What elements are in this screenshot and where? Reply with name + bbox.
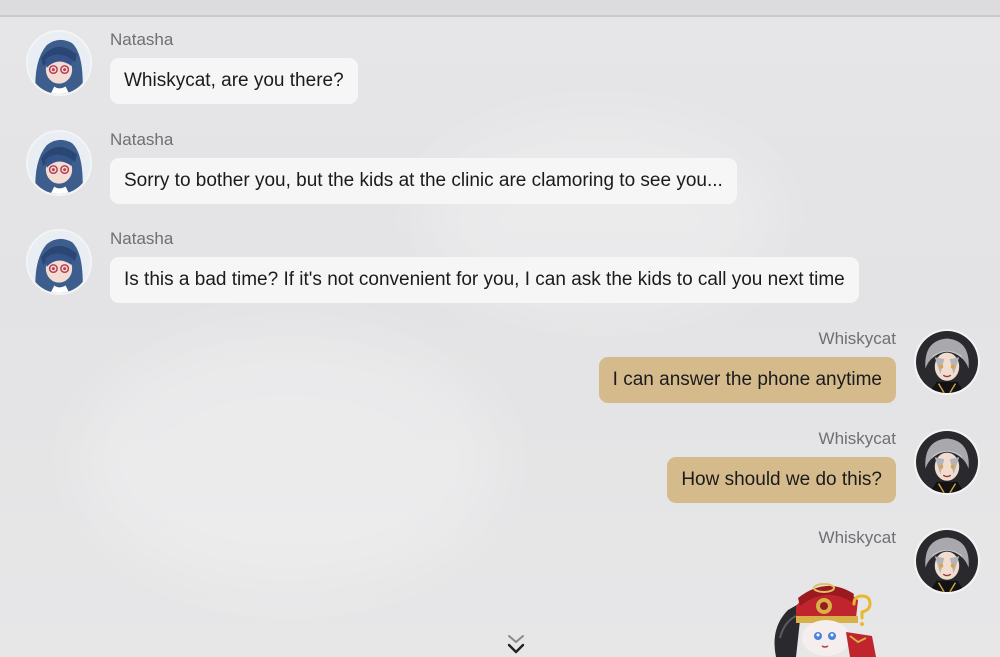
top-header-edge: [0, 0, 1000, 17]
sender-name: Whiskycat: [818, 329, 896, 348]
background-glow: [80, 330, 500, 590]
sender-name: Natasha: [110, 130, 174, 149]
message-bubble: Is this a bad time? If it's not convenie…: [110, 257, 859, 303]
message-bubble: I can answer the phone anytime: [598, 357, 896, 403]
sender-name: Whiskycat: [818, 528, 896, 547]
sender-name: Natasha: [110, 30, 174, 49]
sender-name: Natasha: [110, 229, 174, 248]
whiskycat-avatar-icon[interactable]: [914, 528, 980, 594]
message-bubble: How should we do this?: [667, 457, 896, 503]
double-chevron-down-icon[interactable]: [505, 633, 527, 657]
sender-name: Whiskycat: [818, 429, 896, 448]
whiskycat-avatar-icon[interactable]: [914, 329, 980, 395]
natasha-avatar-icon[interactable]: [26, 30, 92, 96]
message-bubble: Sorry to bother you, but the kids at the…: [110, 158, 737, 204]
natasha-avatar-icon[interactable]: [26, 130, 92, 196]
message-bubble: Whiskycat, are you there?: [110, 58, 358, 104]
whiskycat-avatar-icon[interactable]: [914, 429, 980, 495]
confused-character-sticker-icon[interactable]: [766, 576, 882, 657]
natasha-avatar-icon[interactable]: [26, 229, 92, 295]
